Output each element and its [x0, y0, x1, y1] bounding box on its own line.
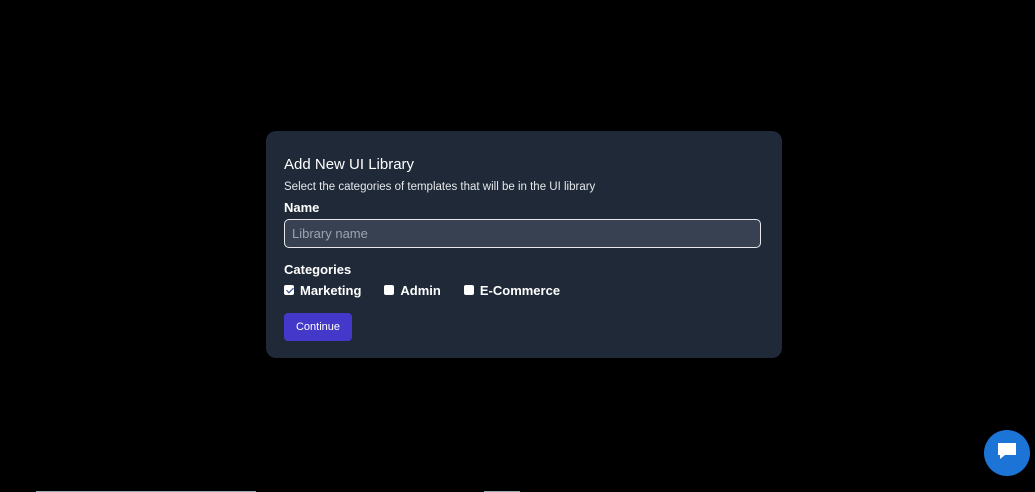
category-label: E-Commerce [479, 282, 561, 298]
category-marketing[interactable]: Marketing [284, 283, 361, 298]
chat-launcher-button[interactable] [984, 430, 1030, 476]
categories-list: Marketing Admin E-Commerce [284, 282, 764, 298]
chat-bubble-icon [996, 441, 1018, 466]
marketing-checkbox[interactable] [284, 285, 294, 295]
category-admin[interactable]: Admin [384, 282, 441, 298]
modal-description: Select the categories of templates that … [284, 181, 596, 193]
add-library-modal: Add New UI Library Select the categories… [266, 131, 782, 358]
category-ecommerce[interactable]: E-Commerce [463, 282, 561, 298]
modal-title: Add New UI Library [284, 156, 415, 173]
admin-checkbox[interactable] [384, 285, 395, 295]
name-label: Name [284, 200, 320, 215]
categories-label: Categories [284, 262, 352, 277]
category-label: Admin [400, 282, 441, 298]
library-name-input[interactable] [284, 219, 761, 248]
continue-button[interactable]: Continue [284, 313, 352, 341]
page: Add New UI Library Select the categories… [0, 0, 1035, 492]
ecommerce-checkbox[interactable] [463, 285, 474, 295]
category-label: Marketing [300, 282, 362, 298]
